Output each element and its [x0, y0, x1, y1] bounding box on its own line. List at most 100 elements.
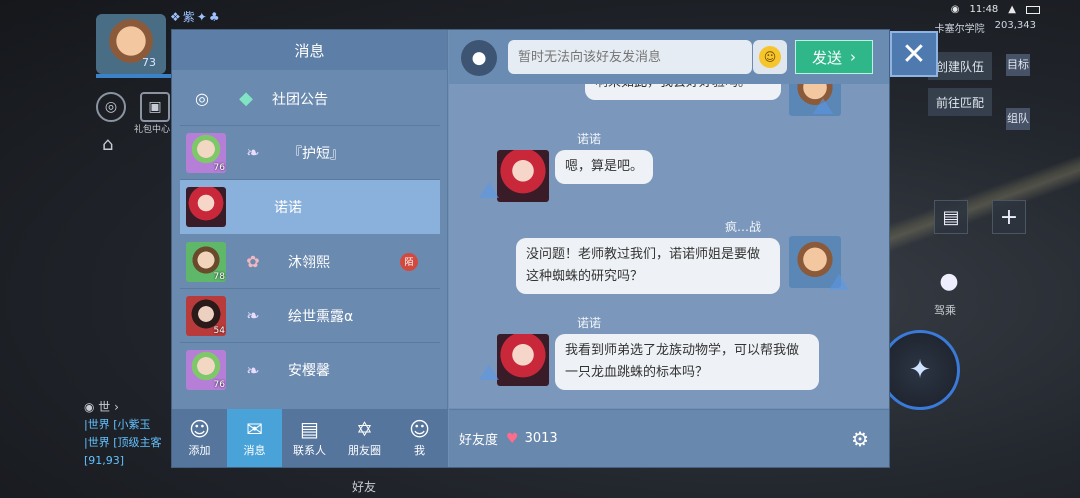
guild-emblem-icon: ✿ [246, 252, 260, 271]
nav-me[interactable]: ☺ 我 [392, 409, 447, 467]
sidebar-title: 消息 [172, 30, 447, 70]
chat-bubble: 啊来如此，我会好好验吗。 [585, 84, 781, 100]
home-icon[interactable]: ⌂ [102, 134, 113, 155]
avatar-decoration [479, 182, 499, 198]
friends-bottom-label[interactable]: 好友 [352, 478, 376, 495]
avatar-decoration [479, 364, 499, 380]
favor-value: 3013 [524, 431, 558, 446]
avatar [497, 150, 549, 202]
nav-label: 朋友圈 [348, 444, 381, 457]
nav-messages[interactable]: ✉ 消息 [227, 409, 282, 467]
bottom-nav: ☺ 添加 ✉ 消息 ▤ 联系人 ✡ 朋友圈 ☺ 我 [172, 409, 448, 467]
tab-target[interactable]: 目标 [1006, 54, 1030, 76]
add-friend-icon: ☺ [189, 417, 210, 441]
player-level: 73 [142, 56, 156, 69]
chevron-right-icon: › [850, 48, 856, 66]
microphone-icon: ● [471, 48, 487, 68]
contact-name: 安樱馨 [288, 363, 330, 379]
chat-bubble: 我看到师弟选了龙族动物学，可以帮我做一只龙血跳蛛的标本吗？ [555, 334, 819, 390]
ride-label: 驾乘 [934, 304, 956, 317]
close-button[interactable]: ✕ [890, 31, 938, 77]
contact-level: 78 [213, 271, 225, 282]
sender-name: 诺诺 [577, 316, 602, 330]
contact-item[interactable]: 76 ❧ 『护短』 [180, 126, 440, 180]
chat-bubble: 没问题！老师教过我们，诺诺师姐是要做这种蜘蛛的研究吗？ [516, 238, 780, 294]
nav-contacts[interactable]: ▤ 联系人 [282, 409, 337, 467]
contact-item[interactable]: 54 ❧ 绘世熏露α [180, 289, 440, 343]
contact-name: 沐翎熙 [288, 254, 330, 271]
smiley-icon: ☺ [759, 46, 781, 68]
contact-item-notice[interactable]: ◎ ◆ 社团公告 [180, 72, 440, 126]
avatar: 76 [186, 132, 226, 173]
contact-item[interactable]: 76 ❧ 安樱馨 [180, 343, 440, 397]
device-status-bar: ◉ 11:48 ▲ [951, 4, 1040, 15]
world-chat-mic[interactable]: ◉ 世 › [84, 398, 174, 416]
message-dialog: 消息 ◎ ◆ 社团公告 76 ❧ 『护短』 诺诺 78 ✿ 沐翎熙 陌 54 ❧… [172, 30, 889, 467]
buff-icons: ❖紫✦♣ [170, 10, 222, 24]
gift-icon[interactable]: ▣ [140, 92, 170, 122]
moments-icon: ✡ [356, 417, 373, 441]
guild-emblem-icon: ◆ [239, 88, 253, 109]
avatar-decoration [829, 274, 849, 290]
avatar-decoration [813, 98, 833, 114]
contact-item[interactable]: 78 ✿ 沐翎熙 陌 [180, 235, 440, 289]
avatar: 76 [186, 350, 226, 390]
camera-icon: ◉ [950, 4, 960, 15]
heart-icon: ♥ [506, 430, 519, 447]
attack-skill-button[interactable]: ✦ [880, 330, 960, 410]
message-icon: ✉ [246, 417, 263, 441]
nav-label: 添加 [188, 444, 211, 457]
world-chat-line: |世界 [小紫玉 [84, 418, 151, 431]
avatar [497, 334, 549, 386]
contact-level: 76 [213, 380, 225, 390]
gear-icon[interactable]: ⚙ [851, 427, 869, 451]
location-name: 卡塞尔学院 [934, 24, 985, 35]
contact-name: 诺诺 [274, 200, 302, 216]
emoji-button[interactable]: ☺ [753, 40, 787, 74]
ride-icon[interactable]: ● [932, 264, 966, 298]
gift-label: 礼包中心 [134, 125, 171, 135]
status-time: 11:48 [969, 4, 999, 15]
input-bar: ● ☺ 发送 › [449, 30, 889, 84]
nav-label: 我 [414, 444, 425, 457]
bag-icon[interactable]: ▤ [934, 200, 968, 234]
conversation-list: 消息 ◎ ◆ 社团公告 76 ❧ 『护短』 诺诺 78 ✿ 沐翎熙 陌 54 ❧… [172, 30, 448, 467]
contact-name: 『护短』 [288, 145, 344, 162]
plus-icon[interactable]: + [992, 200, 1026, 234]
contact-level: 76 [213, 162, 225, 173]
message-list[interactable]: 啊来如此，我会好好验吗。 诺诺 嗯，算是吧。 疯…战 没问题！老师教过我们，诺诺… [449, 84, 889, 408]
guild-emblem-icon: ❧ [246, 143, 260, 162]
message-input[interactable] [508, 40, 752, 74]
avatar: 54 [186, 295, 226, 336]
close-icon: ✕ [901, 36, 927, 72]
guild-emblem-icon: ❧ [246, 306, 260, 325]
world-chat-line: [91,93] [84, 454, 125, 467]
chat-bubble: 嗯，算是吧。 [555, 150, 654, 184]
location-coords: 203,343 [994, 20, 1036, 31]
target-icon[interactable]: ◎ [96, 92, 126, 122]
chat-footer: 好友度 ♥ 3013 ⚙ [449, 409, 889, 467]
broadcast-icon: ◎ [195, 89, 209, 108]
world-chat[interactable]: ◉ 世 › |世界 [小紫玉 |世界 [顶级主客 [91,93] [84, 398, 174, 470]
contact-level: 54 [213, 325, 225, 336]
guild-emblem-icon: ❧ [246, 360, 260, 380]
send-button[interactable]: 发送 › [795, 40, 873, 74]
nav-moments[interactable]: ✡ 朋友圈 [337, 409, 392, 467]
nav-label: 联系人 [293, 444, 326, 457]
world-chat-line: |世界 [顶级主客 [84, 436, 162, 449]
chat-panel: ● ☺ 发送 › 啊来如此，我会好好验吗。 诺诺 嗯，算是吧。 疯…战 没问题！… [449, 30, 889, 467]
contact-name: 绘世熏露α [288, 308, 354, 325]
nav-add[interactable]: ☺ 添加 [172, 409, 227, 467]
road-scenery [880, 150, 1080, 270]
voice-input-button[interactable]: ● [461, 40, 497, 76]
send-label: 发送 [811, 48, 842, 67]
sender-name: 诺诺 [577, 132, 602, 146]
signal-icon: ▲ [1008, 4, 1016, 15]
go-match-button[interactable]: 前往匹配 [928, 88, 993, 116]
contact-item-active[interactable]: 诺诺 [180, 180, 440, 234]
sender-name: 疯…战 [725, 220, 762, 234]
profile-icon: ☺ [409, 417, 430, 441]
tab-team[interactable]: 组队 [1006, 108, 1030, 130]
stranger-badge: 陌 [400, 252, 418, 271]
player-exp-bar [96, 74, 171, 78]
